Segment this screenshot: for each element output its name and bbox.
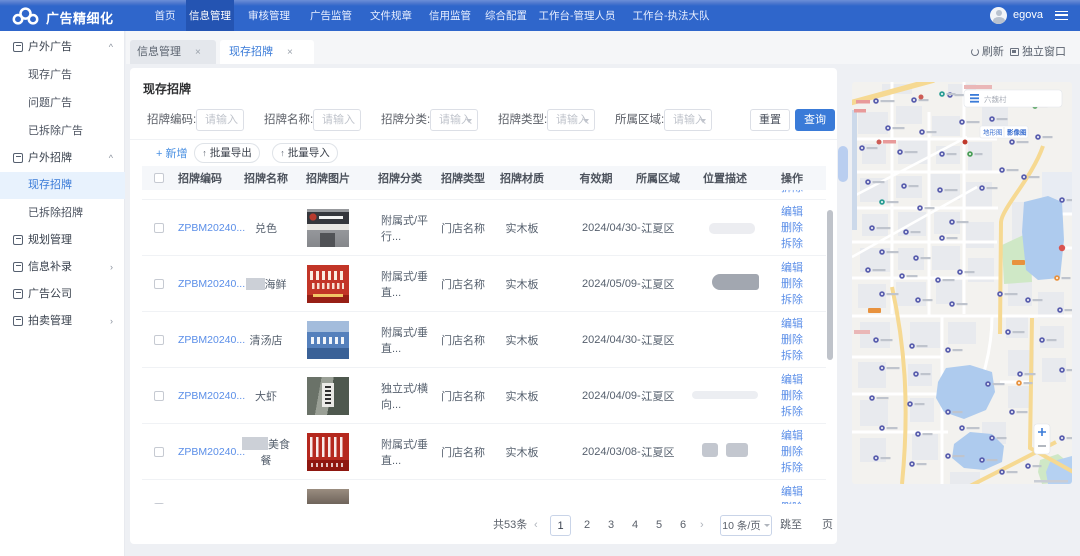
svg-text:地形图: 地形图 (983, 128, 1003, 137)
svg-text:影像图: 影像图 (1007, 128, 1027, 137)
svg-text:六魏村: 六魏村 (984, 94, 1007, 104)
